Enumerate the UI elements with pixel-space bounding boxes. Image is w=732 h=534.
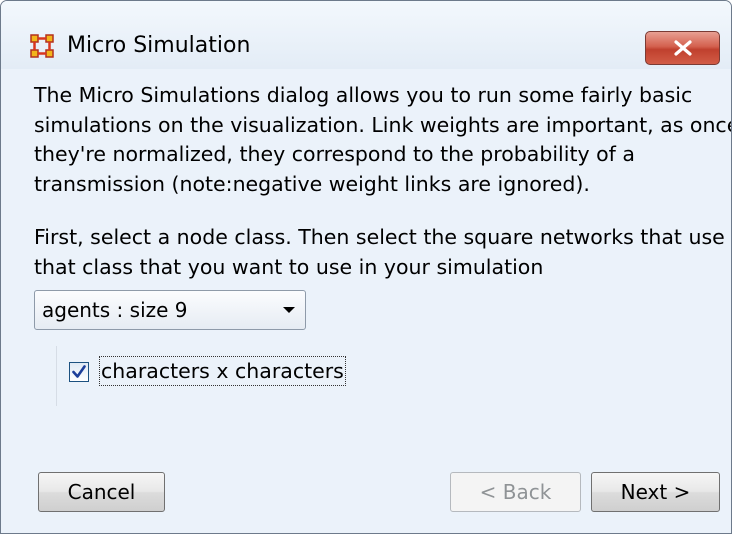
- instruction-line: First, select a node class. Then select …: [34, 225, 725, 249]
- description-line: transmission (note:negative weight links…: [34, 171, 590, 196]
- title-bar[interactable]: Micro Simulation: [1, 1, 731, 69]
- checkmark-icon: [72, 365, 86, 378]
- micro-simulation-dialog: Micro Simulation The Micro Simulations d…: [0, 0, 732, 534]
- description-paragraph: The Micro Simulations dialog allows you …: [34, 81, 732, 199]
- description-line: they're normalized, they correspond to t…: [34, 142, 635, 166]
- instruction-line: that class that you want to use in your …: [34, 254, 544, 279]
- network-checkbox-label[interactable]: characters x characters: [99, 356, 346, 386]
- instruction-paragraph: First, select a node class. Then select …: [34, 223, 725, 282]
- dialog-content: The Micro Simulations dialog allows you …: [1, 69, 731, 533]
- node-class-select-value: agents : size 9: [42, 298, 188, 322]
- back-button[interactable]: < Back: [450, 472, 581, 512]
- cancel-button[interactable]: Cancel: [38, 472, 165, 512]
- description-line: simulations on the visualization. Link w…: [34, 112, 732, 137]
- close-button[interactable]: [645, 31, 720, 65]
- grid-network-icon: [30, 34, 54, 58]
- close-icon: [674, 40, 692, 56]
- network-list: characters x characters: [56, 346, 507, 406]
- window-title: Micro Simulation: [67, 33, 251, 58]
- next-button[interactable]: Next >: [591, 472, 720, 512]
- network-checkbox[interactable]: [69, 362, 89, 382]
- chevron-down-icon[interactable]: [283, 307, 295, 313]
- description-line: The Micro Simulations dialog allows you …: [34, 83, 693, 107]
- node-class-select[interactable]: agents : size 9: [34, 290, 306, 330]
